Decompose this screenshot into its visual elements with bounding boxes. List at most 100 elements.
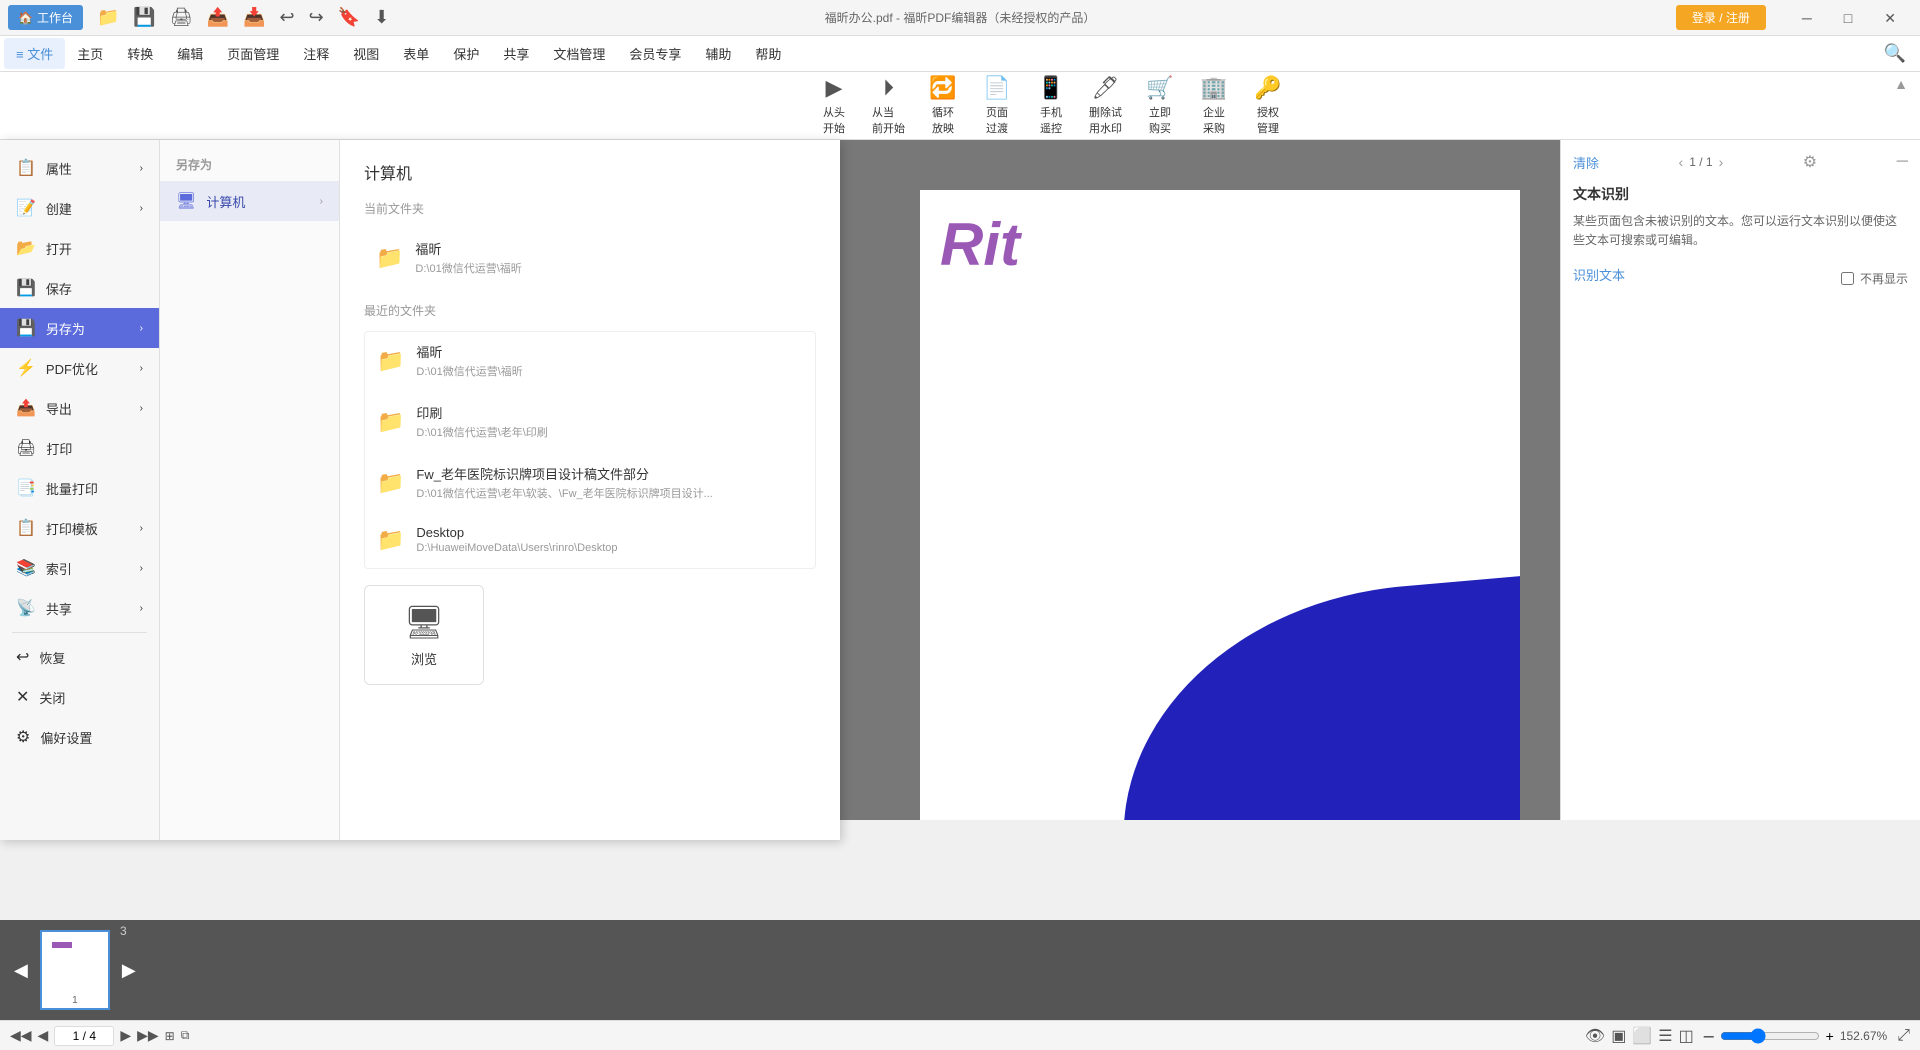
minimize-button[interactable]: ─ [1786,0,1828,36]
fs-item-print[interactable]: 🖨 打印 [0,428,159,468]
thumb-1-content [52,942,72,948]
menu-item-docmgmt[interactable]: 文档管理 [541,38,617,69]
login-button[interactable]: 登录 / 注册 [1676,5,1766,30]
fs-item-properties[interactable]: 📋 属性 › [0,148,159,188]
menu-item-home[interactable]: 主页 [65,38,115,69]
fs-item-batch-print[interactable]: 📑 批量打印 [0,468,159,508]
rp-identify-button[interactable]: 识别文本 [1573,265,1625,284]
menu-item-vip[interactable]: 会员专享 [617,38,693,69]
fsm-item-computer[interactable]: 🖥 计算机 › [160,181,339,221]
fs-item-restore[interactable]: ↩ 恢复 [0,637,159,677]
fs-item-share[interactable]: 📡 共享 › [0,588,159,628]
status-last-page-button[interactable]: ▶▶ [137,1027,159,1044]
search-button[interactable]: 🔍 [1874,39,1916,68]
browse-label: 浏览 [411,649,437,668]
recent-folder-4[interactable]: 📁 Desktop D:\HuaweiMoveData\Users\rinro\… [365,515,815,564]
toolbar-license-button[interactable]: 🔑 授权管理 [1242,72,1294,140]
recent-folder-3-icon: 📁 [377,470,404,496]
fs-batch-print-label: 批量打印 [46,479,98,498]
preferences-icon: ⚙ [16,727,30,747]
status-copy-icon[interactable]: ⧉ [181,1028,190,1043]
menu-item-convert[interactable]: 转换 [115,38,165,69]
recent-folder-3[interactable]: 📁 Fw_老年医院标识牌项目设计稿文件部分 D:\01微信代运营\老年\软装、\… [365,454,815,511]
menu-item-annotate[interactable]: 注释 [291,38,341,69]
menu-item-help[interactable]: 帮助 [743,38,793,69]
menu-item-view[interactable]: 视图 [341,38,391,69]
thumb-next-nav[interactable]: ▶ [118,956,140,985]
download-icon[interactable]: ⬇ [370,5,393,30]
workbench-button[interactable]: 🏠 工作台 [8,5,83,30]
fs-item-index[interactable]: 📚 索引 › [0,548,159,588]
import-icon[interactable]: 📥 [239,5,269,30]
toolbar-enterprise-button[interactable]: 🏢 企业采购 [1188,72,1240,140]
toolbar-expand-icon[interactable]: ▲ [1894,76,1908,92]
thumbnail-1[interactable]: 1 [40,930,110,1010]
fs-item-close[interactable]: ✕ 关闭 [0,677,159,717]
rp-prev-button[interactable]: ‹ [1679,154,1684,170]
status-page-input[interactable] [54,1026,114,1046]
close-button[interactable]: ✕ [1868,0,1912,36]
thumb-prev-nav[interactable]: ◀ [10,956,32,985]
fs-item-print-template[interactable]: 📋 打印模板 › [0,508,159,548]
status-scroll-icon[interactable]: ☰ [1658,1026,1672,1046]
menu-item-share[interactable]: 共享 [491,38,541,69]
rp-page-info: 1 / 1 [1689,155,1712,169]
menu-item-page[interactable]: 页面管理 [215,38,291,69]
browse-button[interactable]: 🖥 浏览 [364,585,484,685]
rp-next-button[interactable]: › [1719,154,1724,170]
fs-item-preferences[interactable]: ⚙ 偏好设置 [0,717,159,757]
thumb-1-number: 1 [72,995,78,1006]
status-double-page-icon[interactable]: ⬜ [1632,1026,1652,1046]
export-icon[interactable]: 📤 [203,5,233,30]
maximize-button[interactable]: □ [1828,0,1868,36]
open-file-icon[interactable]: 📁 [93,5,123,30]
toolbar-buy-button[interactable]: 🛒 立即购买 [1134,72,1186,140]
loop-icon: 🔁 [929,75,956,101]
rp-clear-button[interactable]: 清除 [1573,153,1599,172]
status-cover-icon[interactable]: ◫ [1679,1026,1694,1046]
fs-item-export[interactable]: 📤 导出 › [0,388,159,428]
computer-icon: 🖥 [176,191,196,211]
zoom-in-button[interactable]: + [1826,1028,1834,1044]
recent-folder-2[interactable]: 📁 印刷 D:\01微信代运营\老年\印刷 [365,393,815,450]
toolbar-loop-button[interactable]: 🔁 循环放映 [917,72,969,140]
status-single-page-icon[interactable]: ▣ [1611,1026,1626,1046]
recent-folder-2-icon: 📁 [377,409,404,435]
fs-item-open[interactable]: 📂 打开 [0,228,159,268]
fs-item-save[interactable]: 💾 保存 [0,268,159,308]
zoom-out-button[interactable]: ─ [1704,1028,1714,1044]
rp-navigation: ‹ 1 / 1 › [1679,154,1724,170]
toolbar-remote-button[interactable]: 📱 手机遥控 [1025,72,1077,140]
stamp-icon[interactable]: 🔖 [334,5,364,30]
menu-item-edit[interactable]: 编辑 [165,38,215,69]
fs-item-save-as[interactable]: 💾 另存为 › [0,308,159,348]
toolbar-current-start-button[interactable]: ⏵ 从当前开始 [862,72,915,140]
status-prev-page-button[interactable]: ◀ [38,1027,49,1044]
status-fit-icon[interactable]: ⊞ [165,1029,175,1043]
fs-share-label: 共享 [46,599,72,618]
rp-close-icon[interactable]: ─ [1897,153,1908,171]
current-folder-item[interactable]: 📁 福昕 D:\01微信代运营\福昕 [364,229,816,286]
recent-folder-1[interactable]: 📁 福昕 D:\01微信代运营\福昕 [365,332,815,389]
undo-icon[interactable]: ↩ [276,5,299,30]
print-icon[interactable]: 🖨 [166,5,197,30]
toolbar-page-transition-button[interactable]: 📄 页面过渡 [971,72,1023,140]
toolbar-start-button[interactable]: ▶ 从头开始 [808,72,860,140]
menu-item-assist[interactable]: 辅助 [693,38,743,69]
menu-view-label: 视图 [353,44,379,63]
menu-item-form[interactable]: 表单 [391,38,441,69]
menu-item-file[interactable]: ≡ 文件 [4,38,65,69]
status-eye-icon[interactable]: 👁 [1585,1026,1605,1046]
fs-item-pdf-optimize[interactable]: ⚡ PDF优化 › [0,348,159,388]
status-first-page-button[interactable]: ◀◀ [10,1027,32,1044]
save-icon[interactable]: 💾 [129,5,159,30]
rp-settings-icon[interactable]: ⚙ [1803,152,1817,172]
fs-item-create[interactable]: 📝 创建 › [0,188,159,228]
status-next-page-button[interactable]: ▶ [120,1027,131,1044]
toolbar-remove-watermark-button[interactable]: 🖊 删除试用水印 [1079,72,1132,140]
redo-icon[interactable]: ↪ [305,5,328,30]
menu-item-protect[interactable]: 保护 [441,38,491,69]
rp-no-show-checkbox[interactable] [1841,272,1854,285]
status-fullscreen-icon[interactable]: ⤢ [1897,1027,1910,1045]
zoom-slider[interactable] [1720,1028,1820,1044]
